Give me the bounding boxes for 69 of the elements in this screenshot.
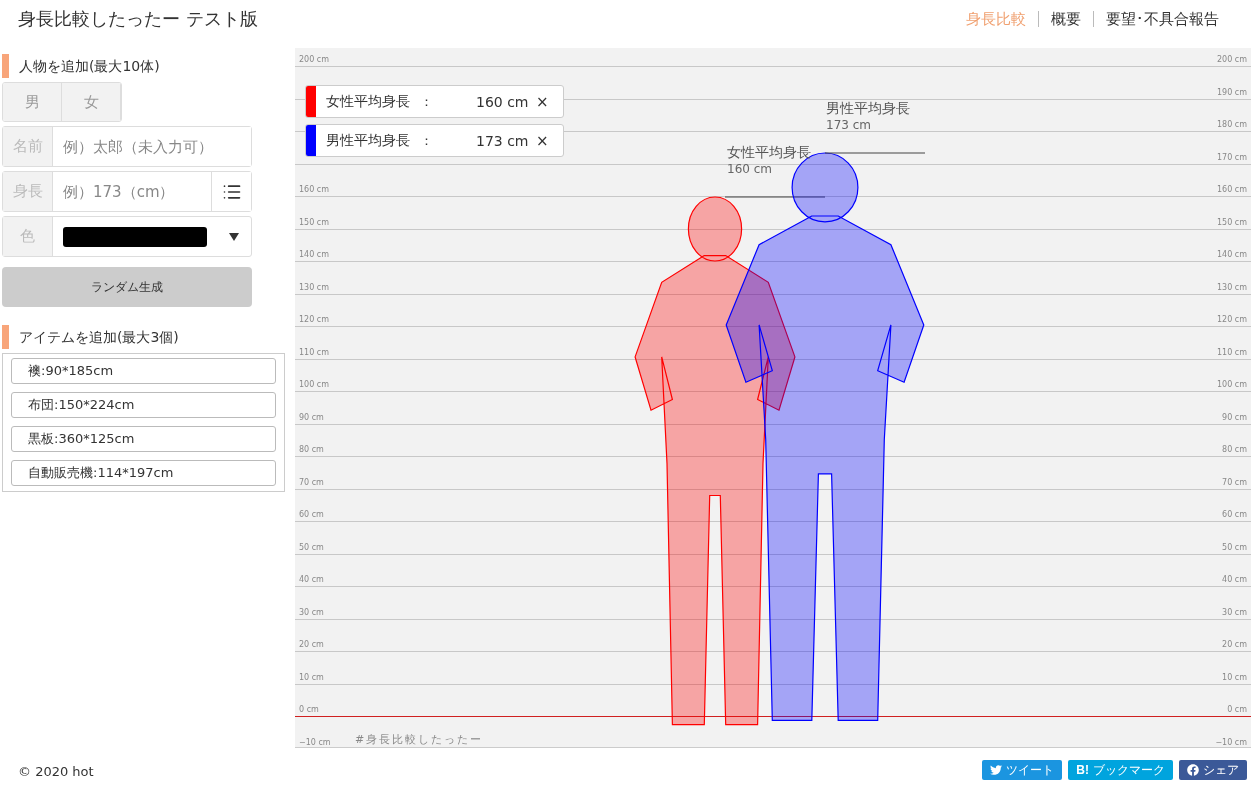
copyright: © 2020 hot xyxy=(18,764,94,779)
list-button[interactable] xyxy=(211,172,251,211)
item-button[interactable]: 布団:150*224cm xyxy=(11,392,276,418)
height-annotation-name: 女性平均身長 xyxy=(727,144,811,161)
facebook-icon xyxy=(1187,764,1199,776)
person-name: 男性平均身長 xyxy=(326,131,411,150)
close-button[interactable]: × xyxy=(530,92,555,111)
scale-label: 80 cm xyxy=(1222,445,1247,454)
scale-label: 160 cm xyxy=(299,185,329,194)
person-height: 160 cm xyxy=(476,93,530,110)
scale-label: 150 cm xyxy=(1217,217,1247,227)
nav-link[interactable]: 要望･不具合報告 xyxy=(1093,11,1231,27)
scale-label: 60 cm xyxy=(1222,510,1247,519)
scale-label: 0 cm xyxy=(299,705,319,714)
bird-icon xyxy=(990,764,1003,776)
scale-label: 100 cm xyxy=(1217,380,1247,389)
scale-label: 30 cm xyxy=(1222,607,1247,617)
scale-label: 90 cm xyxy=(1222,412,1247,422)
scale-label: 130 cm xyxy=(299,282,329,292)
hashtag: #身長比較したったー xyxy=(355,732,484,747)
person-height: 173 cm xyxy=(476,132,530,149)
caret-icon xyxy=(229,232,239,241)
close-button[interactable]: × xyxy=(530,131,555,150)
item-button[interactable]: 黒板:360*125cm xyxy=(11,426,276,452)
colon: ： xyxy=(419,92,434,111)
scale-label: −10 cm xyxy=(1215,737,1247,747)
scale-label: 100 cm xyxy=(299,380,329,389)
section-heading: アイテムを追加(最大3個) xyxy=(2,325,285,349)
scale-label: 110 cm xyxy=(299,347,329,357)
scale-label: 150 cm xyxy=(299,217,329,227)
scale-label: 30 cm xyxy=(299,607,324,617)
height-annotation-value: 173 cm xyxy=(826,117,872,134)
scale-label: 10 cm xyxy=(1222,672,1247,682)
scale-label: 40 cm xyxy=(1222,575,1247,584)
nav-link[interactable]: 概要 xyxy=(1038,11,1093,27)
scale-label: 20 cm xyxy=(1222,640,1247,649)
height-annotation-value: 160 cm xyxy=(727,161,773,178)
person-name: 女性平均身長 xyxy=(326,92,411,111)
scale-label: 60 cm xyxy=(299,510,324,519)
random-button[interactable]: ランダム生成 xyxy=(2,267,252,307)
item-button[interactable]: 襖:90*185cm xyxy=(11,358,276,384)
colon: ： xyxy=(419,131,434,150)
item-button[interactable]: 自動販売機:114*197cm xyxy=(11,460,276,486)
scale-label: 10 cm xyxy=(299,672,324,682)
scale-label: 50 cm xyxy=(299,542,324,552)
scale-label: 140 cm xyxy=(299,250,329,259)
scale-label: 110 cm xyxy=(1217,347,1247,357)
scale-label: 130 cm xyxy=(1217,282,1247,292)
scale-label: 80 cm xyxy=(299,445,324,454)
scale-label: 90 cm xyxy=(299,412,324,422)
scale-label: −10 cm xyxy=(299,737,331,747)
scale-label: 140 cm xyxy=(1217,250,1247,259)
scale-label: 70 cm xyxy=(299,477,324,487)
scale-label: 70 cm xyxy=(1222,477,1247,487)
scale-label: 200 cm xyxy=(299,55,329,64)
scale-label: 180 cm xyxy=(1217,120,1247,129)
app-title: 身長比較したったー テスト版 xyxy=(18,7,258,31)
scale-label: 170 cm xyxy=(1217,152,1247,162)
scale-label: 20 cm xyxy=(299,640,324,649)
share-button[interactable]: シェア xyxy=(1179,760,1247,780)
scale-label: 50 cm xyxy=(1222,542,1247,552)
scale-label: 120 cm xyxy=(1217,315,1247,324)
scale-label: 40 cm xyxy=(299,575,324,584)
scale-label: 200 cm xyxy=(1217,55,1247,64)
scale-label: 120 cm xyxy=(299,315,329,324)
scale-label: 190 cm xyxy=(1217,87,1247,97)
scale-label: 160 cm xyxy=(1217,185,1247,194)
scale-label: 0 cm xyxy=(1227,705,1247,714)
height-annotation-name: 男性平均身長 xyxy=(826,100,910,117)
